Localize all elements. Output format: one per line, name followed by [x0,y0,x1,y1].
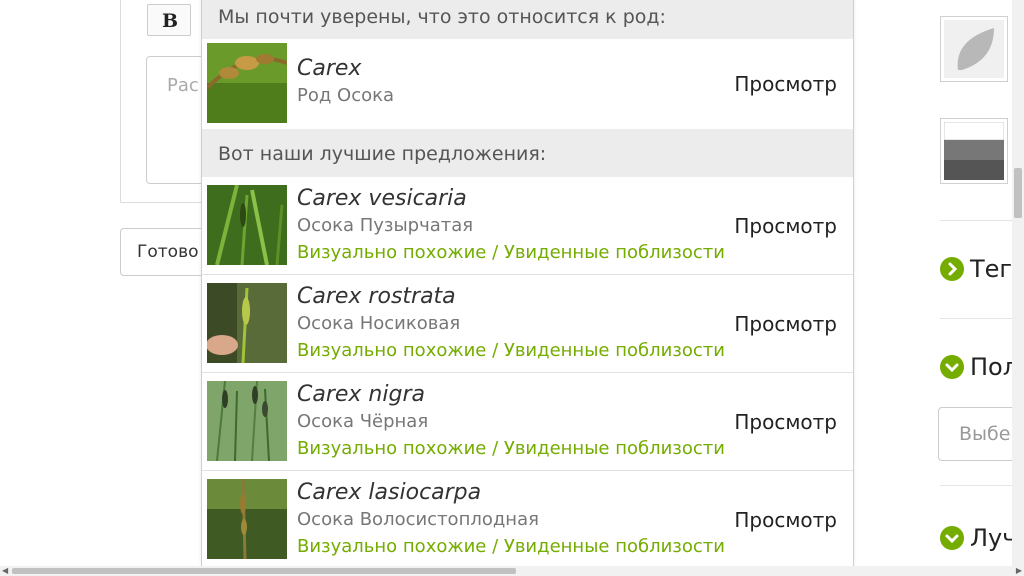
carex-rostrata-photo [207,283,287,363]
suggestions-header: Вот наши лучшие предложения: [202,129,853,177]
right-panel-item-label: Тег [970,255,1013,283]
taxon-common-name: Осока Пузырчатая [297,215,474,236]
match-reason: Визуально похожие / Увиденные поблизости [297,242,725,263]
suggestion-row[interactable]: Carex rostrata Осока Носиковая Визуально… [202,275,853,373]
vertical-scrollbar[interactable] [1012,0,1024,566]
suggestion-row[interactable]: Carex nigra Осока Чёрная Визуально похож… [202,373,853,471]
right-panel-item-label: Луч [970,524,1017,552]
right-panel-item-label: Пол [970,353,1019,381]
taxon-suggestions-dropdown: Мы почти уверены, что это относится к ро… [201,0,854,566]
observation-photo-thumb[interactable] [940,16,1008,82]
carex-vesicaria-photo [207,185,287,265]
view-link[interactable]: Просмотр [734,312,837,336]
match-reason: Визуально похожие / Увиденные поблизости [297,438,725,459]
suggestion-row[interactable]: Carex vesicaria Осока Пузырчатая Визуаль… [202,177,853,275]
taxon-common-name: Род Осока [297,85,395,106]
bold-button[interactable]: B [147,4,191,36]
carex-lasiocarpa-photo [207,479,287,559]
match-reason: Визуально похожие / Увиденные поблизости [297,340,725,361]
view-link[interactable]: Просмотр [734,214,837,238]
taxon-scientific-name: Carex vesicaria [297,186,467,211]
match-reason: Визуально похожие / Увиденные поблизости [297,536,725,557]
chevron-down-icon [940,355,964,379]
carex-nigra-photo [207,381,287,461]
view-link[interactable]: Просмотр [734,508,837,532]
taxon-scientific-name: Carex [297,56,362,81]
scroll-right-icon[interactable]: ▶ [1016,566,1022,576]
chevron-right-icon [940,257,964,281]
chevron-down-icon [940,526,964,550]
vertical-scrollbar-thumb[interactable] [1014,168,1022,218]
scroll-left-icon[interactable]: ◀ [2,566,8,576]
taxon-scientific-name: Carex rostrata [297,284,456,309]
color-swatch-thumb[interactable] [940,118,1008,184]
taxon-scientific-name: Carex nigra [297,382,425,407]
taxon-common-name: Осока Чёрная [297,411,429,432]
genus-suggestion-row[interactable]: Carex Род Осока Просмотр [202,39,853,129]
horizontal-scrollbar-thumb[interactable] [12,568,516,574]
view-link[interactable]: Просмотр [734,410,837,434]
taxon-scientific-name: Carex lasiocarpa [297,480,482,505]
genus-header: Мы почти уверены, что это относится к ро… [202,0,853,39]
view-link[interactable]: Просмотр [734,72,837,96]
horizontal-scrollbar[interactable]: ◀ ▶ [0,566,1024,576]
carex-photo [207,43,287,123]
taxon-common-name: Осока Волосистоплодная [297,509,539,530]
taxon-common-name: Осока Носиковая [297,313,461,334]
suggestion-row[interactable]: Carex lasiocarpa Осока Волосистоплодная … [202,471,853,566]
